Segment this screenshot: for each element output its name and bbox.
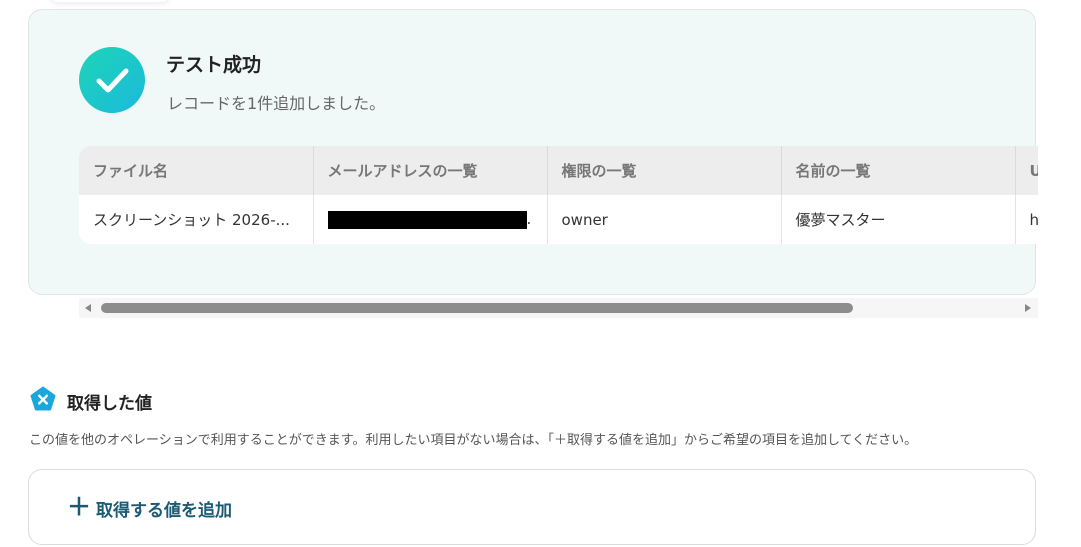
table-cell-email-text: . — [526, 210, 532, 229]
success-check-icon — [79, 47, 145, 113]
horizontal-scrollbar[interactable] — [79, 298, 1038, 318]
redacted-block — [327, 210, 527, 229]
result-table: ファイル名 メールアドレスの一覧 権限の一覧 名前の一覧 U スクリーンショット… — [79, 146, 1038, 244]
scroll-left-arrow-icon[interactable] — [85, 304, 91, 312]
column-header: 名前の一覧 — [781, 146, 1016, 195]
column-header: ファイル名 — [79, 146, 314, 195]
acquired-values-description: この値を他のオペレーションで利用することができます。利用したい項目がない場合は、… — [29, 433, 918, 448]
table-cell-email: . — [313, 195, 548, 244]
column-header: メールアドレスの一覧 — [313, 146, 548, 195]
table-cell-filename: スクリーンショット 2026-... — [79, 195, 314, 244]
plus-icon: ＋ — [67, 493, 91, 521]
test-result-message: レコードを1件追加しました。 — [167, 94, 386, 113]
table-cell-url: ht — [1015, 195, 1038, 244]
previous-section-edge — [50, 0, 170, 2]
acquired-values-title: 取得した値 — [67, 394, 152, 414]
table-cell-name: 優夢マスター — [781, 195, 1016, 244]
table-header-row: ファイル名 メールアドレスの一覧 権限の一覧 名前の一覧 U — [79, 146, 1038, 195]
add-acquired-value-label: 取得する値を追加 — [96, 501, 232, 521]
scrollbar-thumb[interactable] — [101, 303, 853, 313]
test-result-title: テスト成功 — [166, 54, 262, 76]
table-cell-permission: owner — [547, 195, 782, 244]
column-header: U — [1015, 146, 1038, 195]
test-result-card: テスト成功 レコードを1件追加しました。 ファイル名 メールアドレスの一覧 権限… — [28, 9, 1038, 295]
table-row: スクリーンショット 2026-... . owner 優夢マスター ht — [79, 195, 1038, 244]
yoom-logo-icon — [30, 386, 56, 416]
scroll-right-arrow-icon[interactable] — [1025, 304, 1031, 312]
add-acquired-value-button[interactable]: ＋ 取得する値を追加 — [28, 469, 1036, 545]
result-table-viewport: ファイル名 メールアドレスの一覧 権限の一覧 名前の一覧 U スクリーンショット… — [79, 146, 1038, 244]
column-header: 権限の一覧 — [547, 146, 782, 195]
